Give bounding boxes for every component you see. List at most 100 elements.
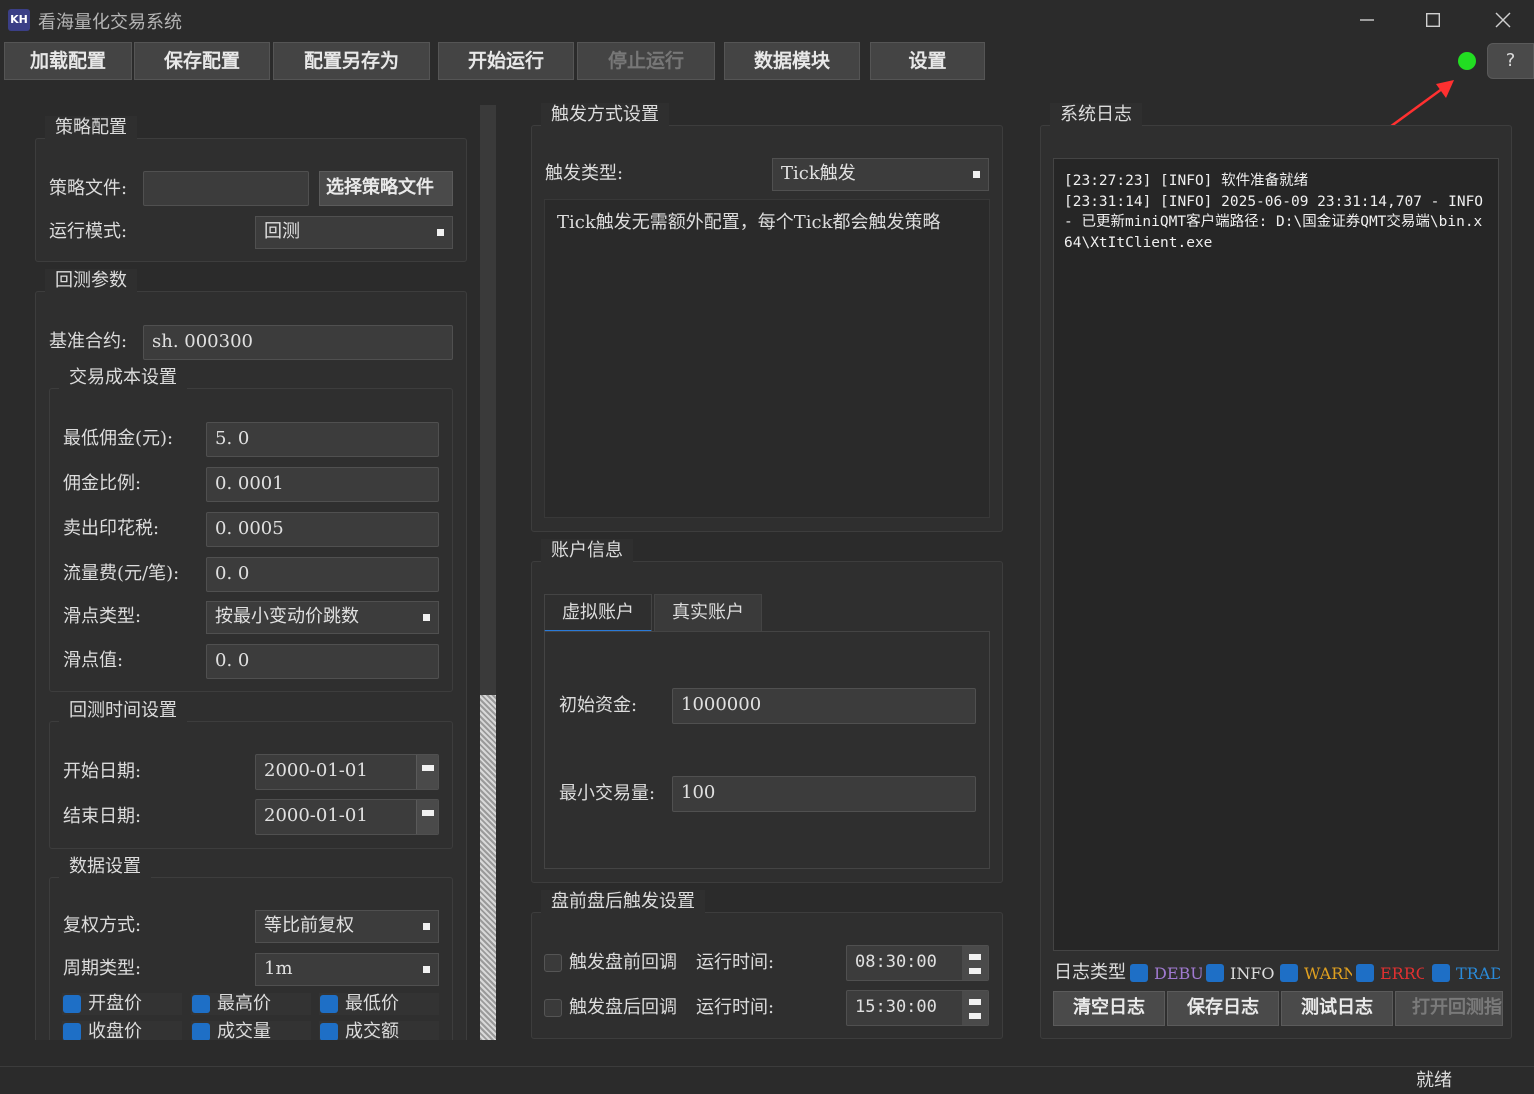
field-checkbox-low[interactable]: 最低价 [319,993,439,1015]
account-info-title: 账户信息 [541,539,633,563]
checkbox-icon [1356,964,1374,982]
backtest-time-title: 回测时间设置 [59,699,187,723]
choose-strategy-file-button[interactable]: 选择策略文件 [319,171,453,206]
load-config-button[interactable]: 加载配置 [4,42,132,80]
save-as-config-button[interactable]: 配置另存为 [273,42,430,80]
commission-rate-input[interactable]: 0. 0001 [206,467,439,502]
dropdown-icon [423,614,430,621]
run-mode-label: 运行模式: [49,221,128,242]
filter-label: ERROR [1380,964,1424,983]
checkbox-icon [1130,964,1148,982]
filter-info[interactable]: INFO [1206,962,1278,984]
maximize-icon[interactable] [1398,0,1468,40]
test-log-button[interactable]: 测试日志 [1281,991,1393,1026]
strategy-file-input[interactable] [143,171,309,206]
tab-virtual-account[interactable]: 虚拟账户 [544,594,652,632]
settings-button[interactable]: 设置 [870,42,985,80]
trigger-type-select[interactable]: Tick触发 [772,158,989,191]
data-fields-checkboxes: 开盘价 最高价 最低价 收盘价 成交量 成交额 [62,993,442,1040]
field-label: 开盘价 [88,993,142,1014]
pre-market-label: 触发盘前回调 [569,952,677,973]
filter-warn[interactable]: WARN [1280,962,1352,984]
status-text: 就绪 [1416,1070,1452,1091]
adjust-mode-select[interactable]: 等比前复权 [255,910,439,943]
account-tab-panel [544,631,990,869]
post-market-checkbox[interactable] [544,999,562,1017]
checkbox-icon [63,1023,81,1040]
pre-market-checkbox[interactable] [544,954,562,972]
checkbox-icon [63,995,81,1013]
post-market-time-input[interactable]: 15:30:00 [846,990,989,1026]
system-log-title: 系统日志 [1050,103,1142,127]
field-checkbox-high[interactable]: 最高价 [191,993,311,1015]
post-market-label: 触发盘后回调 [569,997,677,1018]
app-title: 看海量化交易系统 [38,12,182,33]
time-spinner-icon[interactable] [962,946,988,980]
left-panel-clip [0,1040,478,1066]
checkbox-icon [320,995,338,1013]
field-checkbox-amount[interactable]: 成交额 [319,1021,439,1040]
field-label: 收盘价 [88,1021,142,1040]
period-type-select[interactable]: 1m [255,953,439,986]
checkbox-icon [1206,964,1224,982]
min-trade-volume-input[interactable]: 100 [672,776,976,812]
filter-error[interactable]: ERROR [1356,962,1424,984]
adjust-mode-value: 等比前复权 [264,915,354,936]
stamp-tax-input[interactable]: 0. 0005 [206,512,439,547]
commission-rate-label: 佣金比例: [63,473,142,494]
clear-log-button[interactable]: 清空日志 [1053,991,1165,1026]
field-label: 成交量 [217,1021,271,1040]
trade-cost-title: 交易成本设置 [59,366,187,390]
slippage-type-label: 滑点类型: [63,606,142,627]
adjust-mode-label: 复权方式: [63,915,142,936]
flow-fee-input[interactable]: 0. 0 [206,557,439,592]
tab-real-account[interactable]: 真实账户 [654,594,762,632]
stamp-tax-label: 卖出印花税: [63,518,160,539]
save-log-button[interactable]: 保存日志 [1167,991,1279,1026]
checkbox-icon [192,1023,210,1040]
pre-market-time-input[interactable]: 08:30:00 [846,945,989,981]
checkbox-icon [320,1023,338,1040]
time-spinner-icon[interactable] [962,991,988,1025]
slippage-type-value: 按最小变动价跳数 [215,606,359,627]
filter-trade[interactable]: TRADE [1432,962,1500,984]
start-date-label: 开始日期: [63,761,142,782]
system-log-output[interactable]: [23:27:23] [INFO] 软件准备就绪 [23:31:14] [INF… [1053,158,1499,951]
field-checkbox-close[interactable]: 收盘价 [62,1021,182,1040]
pre-market-time-label: 运行时间: [696,952,775,973]
minimize-icon[interactable] [1332,0,1402,40]
min-trade-volume-label: 最小交易量: [559,783,656,804]
status-bar [0,1066,1534,1092]
calendar-dropdown-icon[interactable] [416,755,438,789]
data-module-button[interactable]: 数据模块 [724,42,860,80]
initial-capital-input[interactable]: 1000000 [672,688,976,724]
benchmark-input[interactable]: sh. 000300 [143,325,453,360]
dropdown-icon [437,229,444,236]
slippage-value-input[interactable]: 0. 0 [206,644,439,679]
start-date-input[interactable]: 2000-01-01 [255,754,439,790]
start-run-button[interactable]: 开始运行 [438,42,574,80]
post-market-time-label: 运行时间: [696,997,775,1018]
field-label: 最高价 [217,993,271,1014]
min-commission-input[interactable]: 5. 0 [206,422,439,457]
field-checkbox-volume[interactable]: 成交量 [191,1021,311,1040]
stop-run-button[interactable]: 停止运行 [577,42,715,80]
end-date-input[interactable]: 2000-01-01 [255,799,439,835]
checkbox-icon [1432,964,1450,982]
run-mode-select[interactable]: 回测 [255,216,453,249]
calendar-dropdown-icon[interactable] [416,800,438,834]
scrollbar-thumb[interactable] [480,695,496,1040]
close-icon[interactable] [1468,0,1534,40]
help-button[interactable]: ? [1487,43,1534,79]
slippage-type-select[interactable]: 按最小变动价跳数 [206,601,439,634]
dropdown-icon [423,923,430,930]
checkbox-icon [1280,964,1298,982]
backtest-params-title: 回测参数 [45,269,137,293]
filter-debug[interactable]: DEBUG [1130,962,1202,984]
checkbox-icon [192,995,210,1013]
open-backtest-report-button[interactable]: 打开回测指标 [1395,991,1503,1026]
pre-post-trigger-title: 盘前盘后触发设置 [541,890,705,914]
field-checkbox-open[interactable]: 开盘价 [62,993,182,1015]
data-settings-title: 数据设置 [59,855,151,879]
save-config-button[interactable]: 保存配置 [134,42,270,80]
